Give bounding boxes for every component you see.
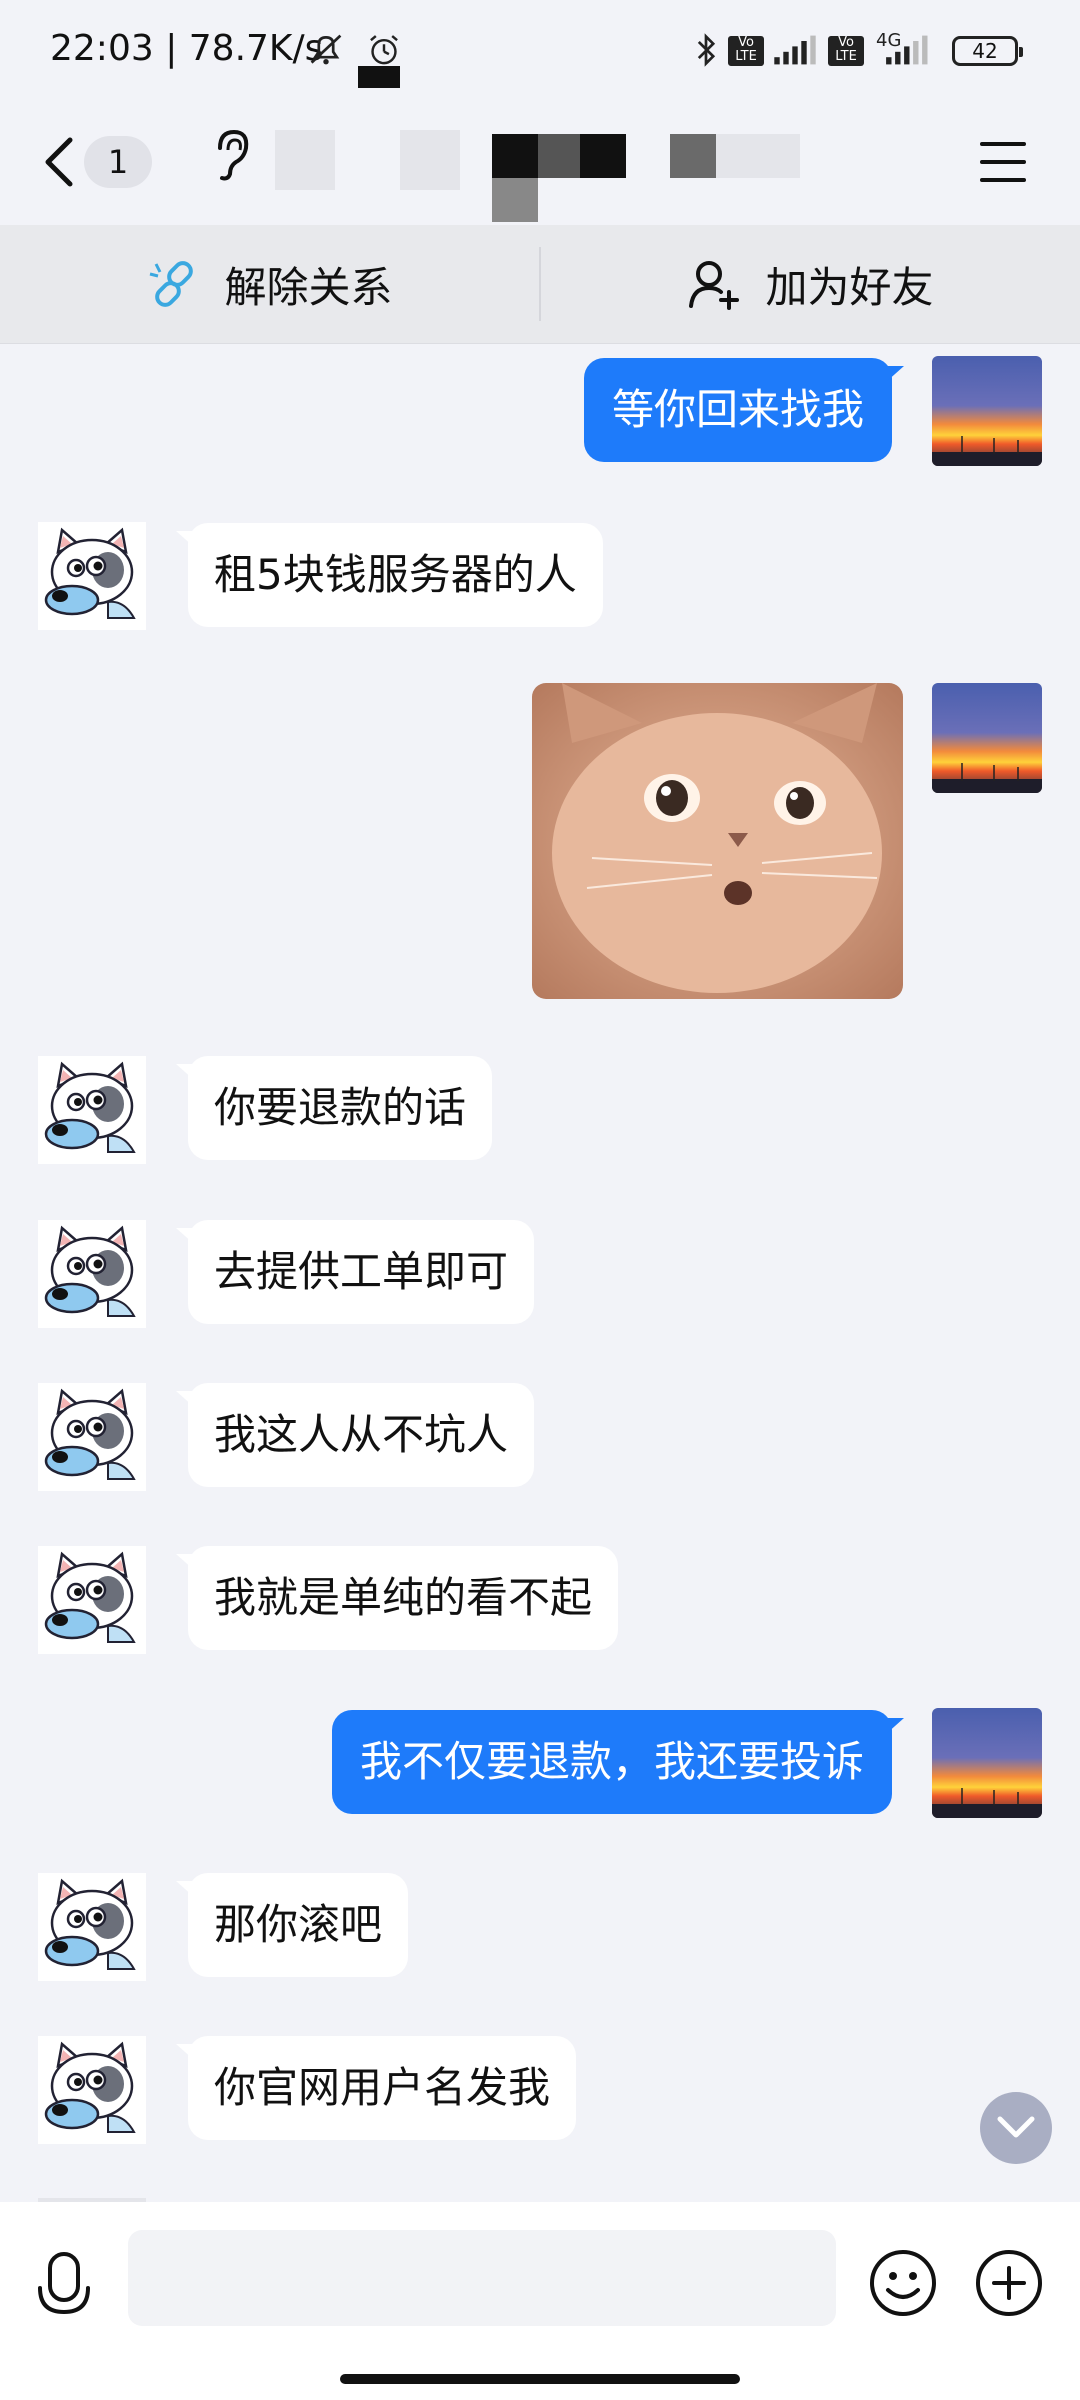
contact-avatar[interactable] (38, 2036, 146, 2144)
message-bubble-other[interactable]: 我就是单纯的看不起 (175, 1546, 619, 1650)
message-bubble-other[interactable]: 你官网用户名发我 (175, 2036, 577, 2140)
status-time: 22:03 | 78.7K/s (50, 28, 324, 69)
add-friend-button[interactable]: 加为好友 (541, 225, 1080, 343)
contact-avatar[interactable] (38, 1220, 146, 1328)
my-avatar[interactable] (932, 1708, 1042, 1818)
signal-icon (774, 35, 816, 65)
status-bar: 22:03 | 78.7K/s Vo LTE Vo LTE 4G 42 (0, 0, 1080, 100)
message-input-bar (0, 2202, 1080, 2400)
back-arrow-icon[interactable] (40, 134, 76, 190)
message-bubble-other[interactable]: 我这人从不坑人 (175, 1383, 535, 1487)
redacted-name-part (580, 134, 626, 178)
contact-avatar[interactable] (38, 1383, 146, 1491)
menu-icon[interactable] (980, 140, 1026, 184)
message-bubble-other[interactable]: 你要退款的话 (175, 1056, 493, 1160)
scroll-to-bottom-button[interactable] (980, 2092, 1052, 2164)
ear-icon[interactable] (212, 128, 252, 184)
alarm-icon (370, 35, 398, 65)
relationship-action-bar: 解除关系 加为好友 (0, 225, 1080, 344)
contact-avatar[interactable] (38, 1546, 146, 1654)
redacted-name-part (492, 178, 538, 222)
volte-icon: Vo LTE (728, 36, 764, 66)
redacted-name-part (492, 134, 538, 178)
chevron-down-icon (997, 2116, 1035, 2138)
plus-icon[interactable] (974, 2248, 1044, 2318)
battery-indicator: 42 (952, 36, 1023, 66)
unread-count-badge[interactable]: 1 (84, 136, 152, 188)
unlink-button[interactable]: 解除关系 (0, 225, 539, 343)
bell-muted-icon (310, 34, 342, 65)
signal-icon-2 (886, 35, 928, 65)
message-bubble-me[interactable]: 等你回来找我 (583, 358, 905, 462)
message-input[interactable] (128, 2230, 836, 2326)
redacted-name-part (670, 134, 716, 178)
contact-avatar[interactable] (38, 522, 146, 630)
emoji-icon[interactable] (868, 2248, 938, 2318)
message-bubble-other[interactable]: 那你滚吧 (175, 1873, 409, 1977)
chat-header: 1 (0, 100, 1080, 225)
surprised-cat-sticker[interactable] (532, 683, 903, 999)
redacted-block (358, 66, 400, 88)
unlink-label: 解除关系 (224, 262, 393, 312)
bluetooth-icon (697, 33, 716, 67)
redacted-name-part (538, 134, 580, 178)
home-indicator[interactable] (340, 2374, 740, 2384)
redacted-name-part (716, 134, 800, 178)
message-bubble-other[interactable]: 去提供工单即可 (175, 1220, 535, 1324)
redacted-name-part (400, 130, 460, 190)
contact-avatar[interactable] (38, 1873, 146, 1981)
message-bubble-other[interactable]: 租5块钱服务器的人 (176, 523, 603, 627)
microphone-icon[interactable] (34, 2250, 94, 2326)
add-friend-icon (689, 261, 740, 310)
message-bubble-me[interactable]: 我不仅要退款，我还要投诉 (331, 1710, 905, 1814)
contact-avatar[interactable] (38, 1056, 146, 1164)
redacted-name-part (275, 130, 335, 190)
volte-icon-2: Vo LTE (828, 36, 864, 66)
broken-link-icon (150, 261, 194, 307)
my-avatar[interactable] (932, 356, 1042, 466)
add-friend-label: 加为好友 (765, 262, 934, 312)
my-avatar[interactable] (932, 683, 1042, 793)
